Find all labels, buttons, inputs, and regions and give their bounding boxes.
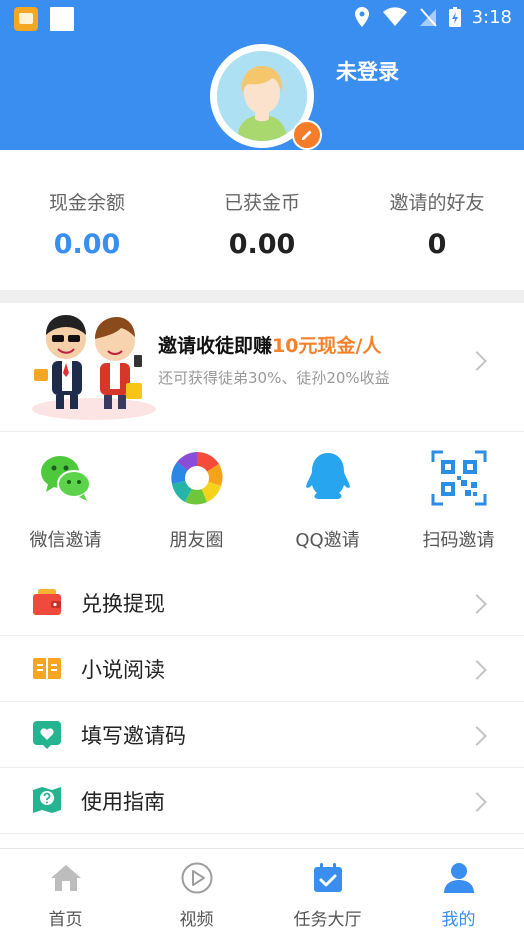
tab-label: 首页 (48, 910, 83, 930)
qrcode-icon (431, 450, 486, 506)
qq-icon (305, 453, 350, 499)
book-icon (33, 658, 61, 679)
share-qq-button[interactable]: QQ邀请 (262, 450, 393, 552)
share-label: QQ邀请 (295, 530, 360, 551)
tab-video[interactable]: 视频 (131, 861, 262, 930)
tab-label: 任务大厅 (293, 910, 362, 930)
stat-label: 邀请的好友 (389, 192, 485, 214)
tab-home[interactable]: 首页 (0, 861, 131, 930)
stat-label: 现金余额 (48, 192, 125, 214)
chevron-right-icon (467, 726, 487, 746)
notification-app-icon (14, 7, 38, 31)
stat-cash-balance[interactable]: 现金余额 0.00 (0, 188, 174, 260)
banner-title-prefix: 邀请收徒即赚 (158, 335, 273, 357)
menu-item-invite-code[interactable]: 填写邀请码 (0, 702, 524, 768)
stat-value: 0.00 (53, 229, 121, 260)
login-status[interactable]: 未登录 (336, 56, 399, 86)
account-stats: 现金余额 0.00 已获金币 0.00 邀请的好友 0 (0, 150, 524, 290)
moments-icon (170, 451, 223, 505)
share-options: 微信邀请 朋友圈 QQ邀请 扫码邀请 (0, 432, 524, 562)
battery-charging-icon (448, 7, 461, 27)
menu-label: 兑换提现 (81, 592, 165, 616)
chevron-right-icon (467, 792, 487, 812)
notification-blank-icon (50, 7, 74, 31)
invite-friends-illustration (32, 315, 156, 420)
share-label: 微信邀请 (29, 530, 102, 551)
wifi-icon (382, 7, 407, 26)
share-wechat-button[interactable]: 微信邀请 (0, 450, 131, 552)
stat-value: 0 (427, 229, 447, 260)
guide-map-icon (33, 787, 61, 813)
stat-coins[interactable]: 已获金币 0.00 (175, 188, 349, 260)
invite-code-icon (33, 721, 61, 749)
share-label: 扫码邀请 (422, 530, 495, 551)
share-label: 朋友圈 (169, 530, 224, 551)
share-moments-button[interactable]: 朋友圈 (131, 450, 262, 552)
menu-item-novel-reading[interactable]: 小说阅读 (0, 636, 524, 702)
menu-list: 兑换提现 小说阅读 填写邀请码 使用指南 (0, 570, 524, 834)
share-qrcode-button[interactable]: 扫码邀请 (393, 450, 524, 552)
menu-label: 填写邀请码 (81, 724, 186, 748)
section-divider (0, 290, 524, 303)
wechat-icon (40, 456, 91, 501)
invite-banner[interactable]: 邀请收徒即赚10元现金/人 还可获得徒弟30%、徒孙20%收益 (0, 303, 524, 432)
home-icon (50, 865, 81, 891)
menu-item-user-guide[interactable]: 使用指南 (0, 768, 524, 834)
calendar-task-icon (313, 863, 342, 892)
bottom-tab-bar: 首页 视频 任务大厅 我的 (0, 848, 524, 932)
menu-item-withdraw[interactable]: 兑换提现 (0, 570, 524, 636)
menu-label: 使用指南 (81, 790, 165, 814)
chevron-right-icon (467, 351, 487, 371)
menu-label: 小说阅读 (81, 658, 165, 682)
stat-label: 已获金币 (223, 192, 300, 214)
tab-mine[interactable]: 我的 (393, 861, 524, 930)
status-bar: 3:18 (0, 0, 524, 38)
pencil-icon (302, 130, 312, 140)
wallet-icon (33, 589, 61, 615)
stat-invited-friends[interactable]: 邀请的好友 0 (350, 188, 524, 260)
banner-title: 邀请收徒即赚10元现金/人 (158, 331, 381, 358)
no-signal-icon (419, 8, 437, 27)
banner-title-highlight: 10元现金/人 (272, 335, 382, 357)
clock: 3:18 (471, 6, 512, 28)
tab-task-hall[interactable]: 任务大厅 (262, 861, 393, 930)
chevron-right-icon (467, 594, 487, 614)
location-icon (354, 7, 369, 27)
tab-label: 视频 (179, 910, 214, 930)
profile-header: 3:18 未登录 (0, 0, 524, 150)
chevron-right-icon (467, 660, 487, 680)
stat-value: 0.00 (228, 229, 296, 260)
user-icon (443, 863, 474, 893)
banner-subtitle: 还可获得徒弟30%、徒孙20%收益 (158, 369, 390, 387)
video-play-icon (181, 862, 212, 894)
tab-label: 我的 (441, 910, 476, 930)
edit-avatar-button[interactable] (292, 120, 322, 150)
